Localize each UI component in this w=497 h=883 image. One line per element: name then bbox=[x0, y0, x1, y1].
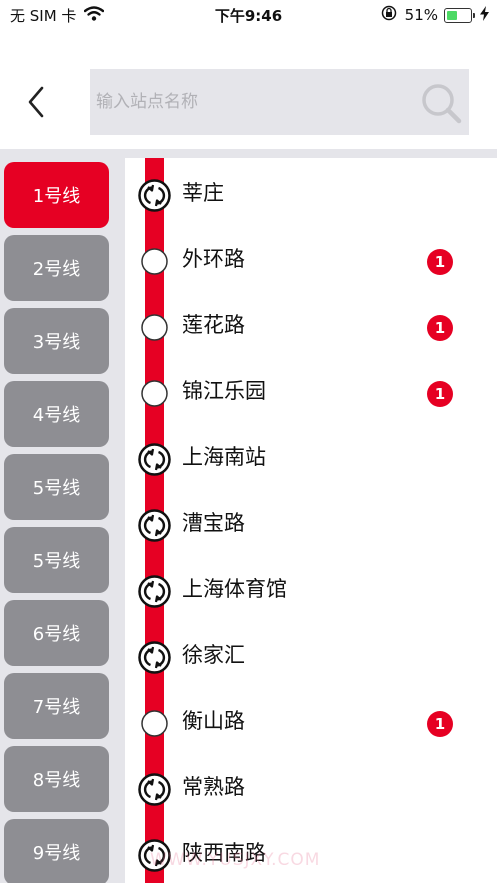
station-count-badge: 1 bbox=[427, 711, 453, 737]
transfer-station-icon bbox=[138, 773, 171, 806]
line-button[interactable]: 4号线 bbox=[4, 381, 109, 447]
search-input[interactable] bbox=[94, 81, 418, 123]
station-row[interactable]: 衡山路 1 bbox=[125, 687, 497, 753]
line-button[interactable]: 1号线 bbox=[4, 162, 109, 228]
station-row[interactable]: 上海南站 bbox=[125, 423, 497, 489]
status-right: 51% bbox=[381, 5, 489, 25]
transfer-station-icon bbox=[138, 509, 171, 542]
chevron-left-icon bbox=[28, 86, 44, 118]
line-button[interactable]: 9号线 bbox=[4, 819, 109, 883]
station-count-badge: 1 bbox=[427, 381, 453, 407]
station-name: 漕宝路 bbox=[182, 511, 245, 535]
watermark: WWW.YUSJXY.COM bbox=[150, 850, 321, 870]
transfer-station-icon bbox=[138, 641, 171, 674]
station-name: 衡山路 bbox=[182, 709, 245, 733]
station-row[interactable]: 上海体育馆 bbox=[125, 555, 497, 621]
status-bar: 无 SIM 卡 下午9:46 51% bbox=[0, 0, 497, 30]
station-dot-icon bbox=[138, 311, 171, 344]
battery-icon bbox=[444, 7, 475, 23]
station-row[interactable]: 常熟路 bbox=[125, 753, 497, 819]
line-button[interactable]: 5号线 bbox=[4, 454, 109, 520]
line-button[interactable]: 7号线 bbox=[4, 673, 109, 739]
station-row[interactable]: 锦江乐园 1 bbox=[125, 357, 497, 423]
line-button[interactable]: 5号线 bbox=[4, 527, 109, 593]
search-icon[interactable] bbox=[419, 81, 463, 125]
station-row[interactable]: 徐家汇 bbox=[125, 621, 497, 687]
station-name: 常熟路 bbox=[182, 775, 245, 799]
line-button[interactable]: 6号线 bbox=[4, 600, 109, 666]
header-divider bbox=[0, 149, 497, 158]
station-row[interactable]: 莲花路 1 bbox=[125, 291, 497, 357]
station-name: 莲花路 bbox=[182, 313, 245, 337]
station-row[interactable]: 外环路 1 bbox=[125, 225, 497, 291]
station-row[interactable]: 莘庄 bbox=[125, 159, 497, 225]
station-name: 上海体育馆 bbox=[182, 577, 287, 601]
transfer-station-icon bbox=[138, 443, 171, 476]
battery-level bbox=[447, 10, 457, 20]
line-button[interactable]: 2号线 bbox=[4, 235, 109, 301]
search-box[interactable] bbox=[90, 69, 469, 135]
transfer-station-icon bbox=[138, 575, 171, 608]
station-dot-icon bbox=[138, 245, 171, 278]
charging-icon bbox=[480, 5, 489, 25]
station-name: 外环路 bbox=[182, 247, 245, 271]
station-count-badge: 1 bbox=[427, 315, 453, 341]
orientation-lock-icon bbox=[381, 5, 397, 25]
station-list: 莘庄 外环路 1 莲花路 1 锦江乐园 1 上海南站 漕宝路 上海体育馆 徐家汇 衡山路 1 常熟路 陕西南… bbox=[125, 158, 497, 883]
station-dot-icon bbox=[138, 377, 171, 410]
station-name: 莘庄 bbox=[182, 181, 224, 205]
station-count-badge: 1 bbox=[427, 249, 453, 275]
station-dot-icon bbox=[138, 707, 171, 740]
line-button[interactable]: 8号线 bbox=[4, 746, 109, 812]
station-name: 上海南站 bbox=[182, 445, 266, 469]
back-button[interactable] bbox=[18, 82, 52, 122]
station-name: 徐家汇 bbox=[182, 643, 245, 667]
line-button[interactable]: 3号线 bbox=[4, 308, 109, 374]
station-name: 锦江乐园 bbox=[182, 379, 266, 403]
station-row[interactable]: 漕宝路 bbox=[125, 489, 497, 555]
transfer-station-icon bbox=[138, 179, 171, 212]
line-list: 1号线 2号线 3号线 4号线 5号线 5号线 6号线 7号线 8号线 9号线 bbox=[0, 158, 125, 883]
battery-percent: 51% bbox=[404, 6, 438, 24]
